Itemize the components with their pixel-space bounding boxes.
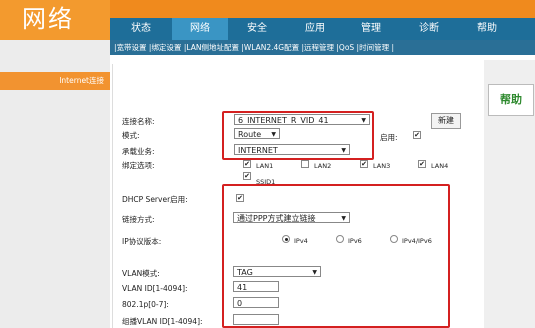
highlight-box-top xyxy=(222,111,374,160)
bind-lan1-checkbox[interactable]: ✔ xyxy=(243,160,251,168)
tab-help[interactable]: 帮助 xyxy=(462,18,512,40)
bind-options-label: 绑定选项: xyxy=(122,161,155,170)
tab-application[interactable]: 应用 xyxy=(290,18,340,40)
vlan-mode-label: VLAN模式: xyxy=(122,269,160,278)
highlight-box-bottom xyxy=(222,184,450,328)
bind-lan2-label: LAN2 xyxy=(314,162,332,170)
multicast-vlan-label: 组播VLAN ID[1-4094]: xyxy=(122,317,203,326)
tab-status[interactable]: 状态 xyxy=(116,18,166,40)
bind-lan4-checkbox[interactable]: ✔ xyxy=(418,160,426,168)
conn-name-label: 连接名称: xyxy=(122,117,155,126)
bind-lan1-label: LAN1 xyxy=(256,162,274,170)
new-button[interactable]: 新建 xyxy=(431,113,461,129)
sidebar-item-internet-connection[interactable]: Internet连接 xyxy=(0,72,110,90)
page-logo-title: 网络 xyxy=(0,0,110,40)
ip-version-label: IP协议版本: xyxy=(122,237,162,246)
priority-label: 802.1p[0-7]: xyxy=(122,300,169,309)
bind-lan4-label: LAN4 xyxy=(431,162,449,170)
help-button[interactable]: 帮助 xyxy=(488,84,534,116)
bind-ssid1-checkbox[interactable]: ✔ xyxy=(243,172,251,180)
bind-lan2-checkbox[interactable] xyxy=(301,160,309,168)
tab-security[interactable]: 安全 xyxy=(232,18,282,40)
tab-management[interactable]: 管理 xyxy=(346,18,396,40)
enable-checkbox[interactable]: ✔ xyxy=(413,131,421,139)
mode-label: 模式: xyxy=(122,131,140,140)
link-type-label: 链接方式: xyxy=(122,215,155,224)
bind-lan3-label: LAN3 xyxy=(373,162,391,170)
bind-lan3-checkbox[interactable]: ✔ xyxy=(360,160,368,168)
service-label: 承载业务: xyxy=(122,147,155,156)
dhcp-label: DHCP Server启用: xyxy=(122,195,188,204)
enable-label: 启用: xyxy=(380,133,398,142)
tab-diagnostics[interactable]: 诊断 xyxy=(404,18,454,40)
tab-network[interactable]: 网络 xyxy=(172,18,228,40)
vlan-id-label: VLAN ID[1-4094]: xyxy=(122,284,188,293)
sub-navigation[interactable]: |宽带设置 |绑定设置 |LAN侧地址配置 |WLAN2.4G配置 |远程管理 … xyxy=(110,40,535,55)
